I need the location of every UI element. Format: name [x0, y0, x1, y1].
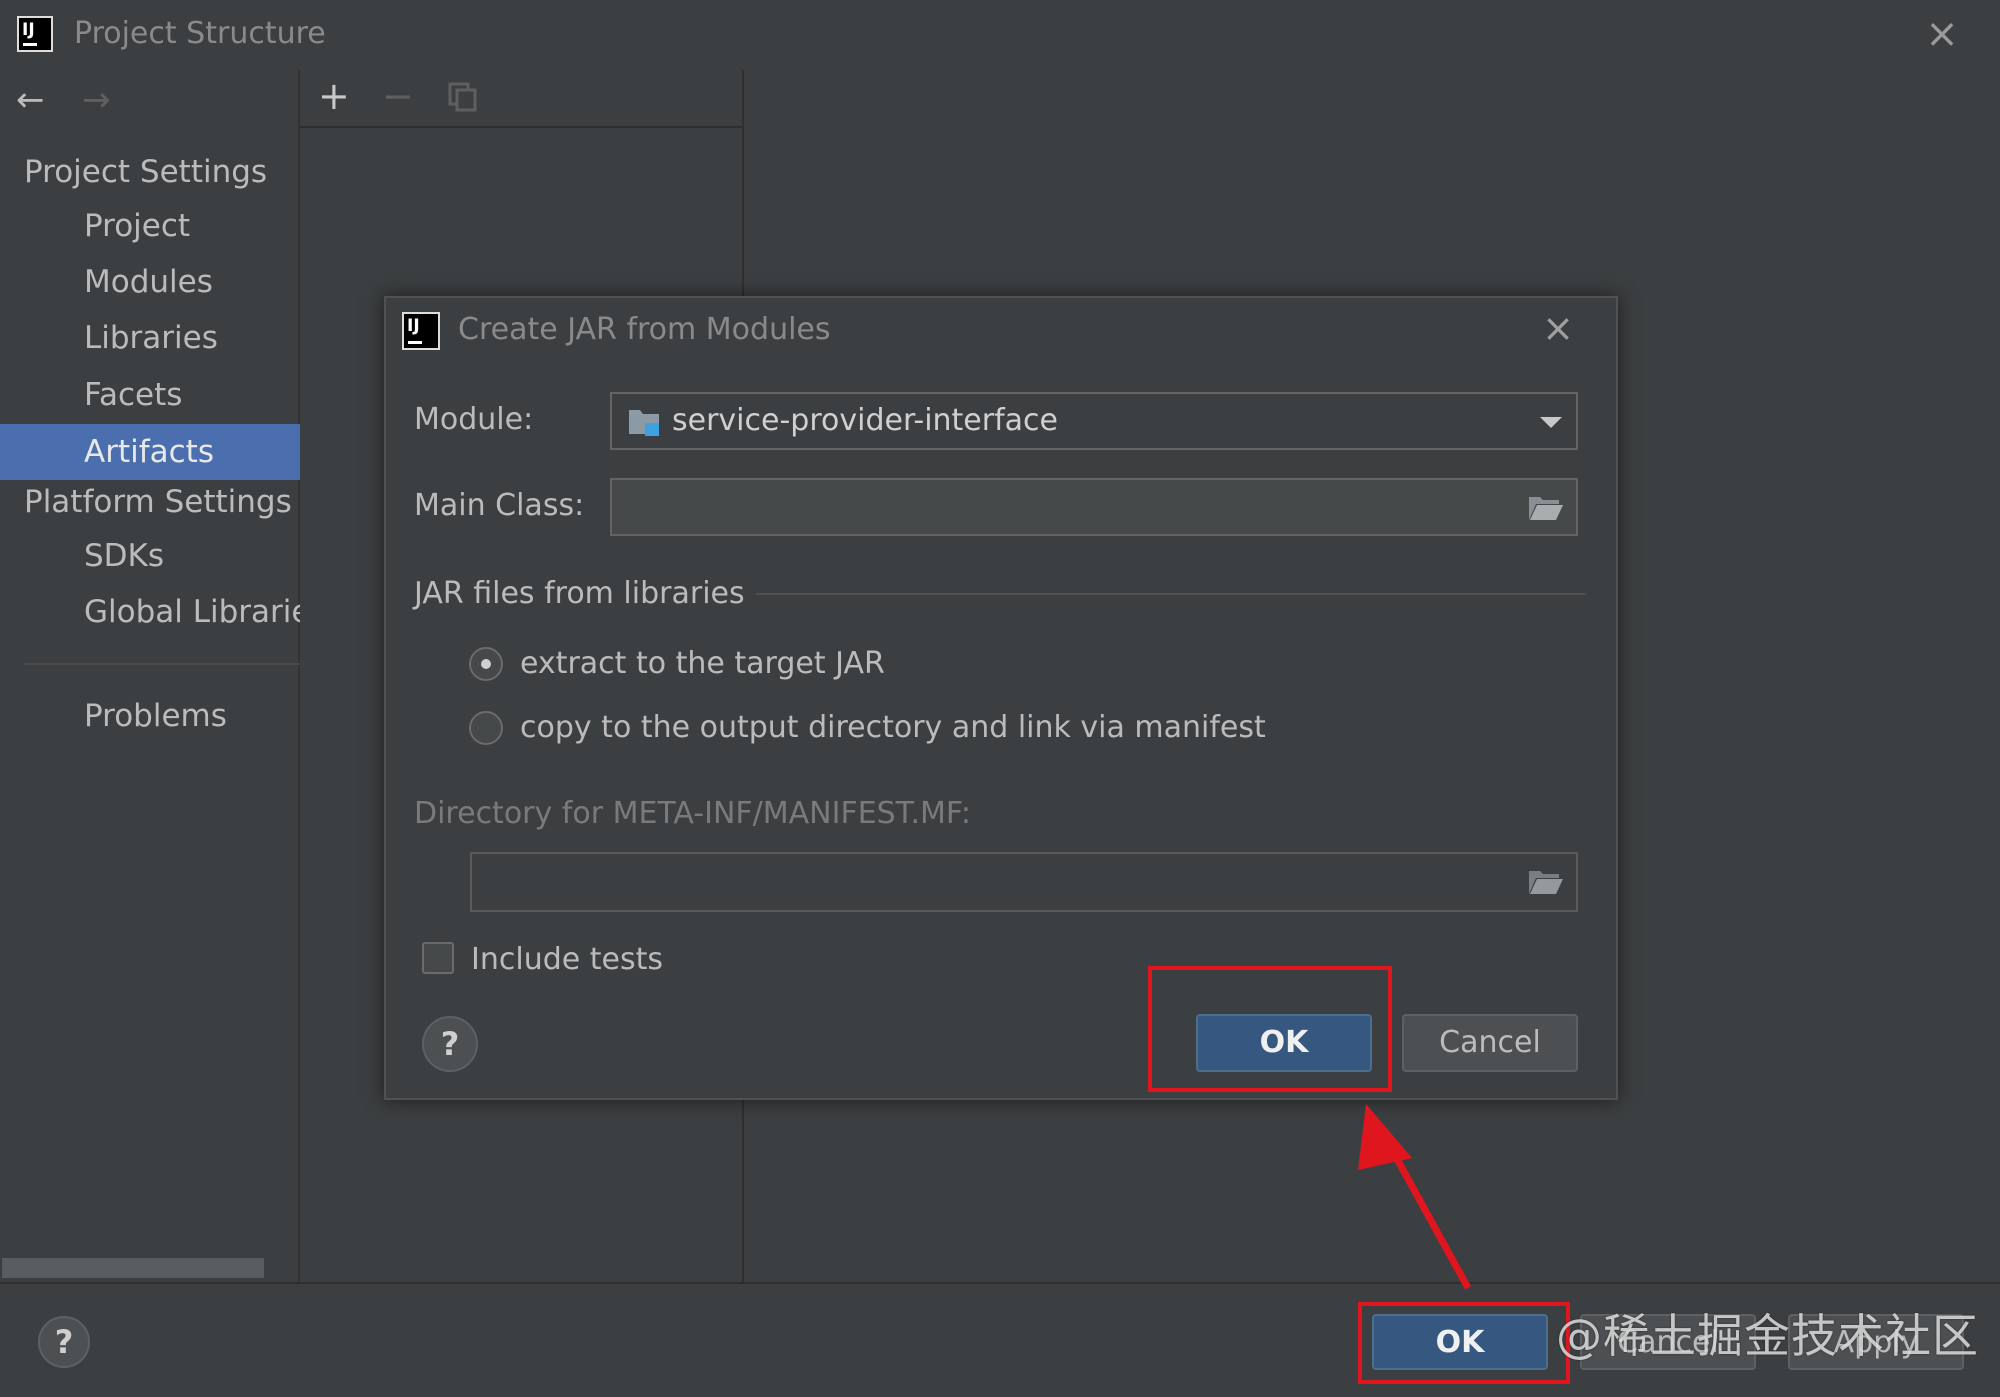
dialog-help-button[interactable]: ? — [422, 1016, 478, 1072]
chevron-down-icon[interactable] — [1540, 417, 1562, 428]
remove-icon: − — [382, 74, 414, 118]
watermark-text: @稀土掘金技术社区 — [1556, 1309, 1979, 1363]
window-title: Project Structure — [74, 16, 326, 51]
jar-files-group-label: JAR files from libraries — [414, 576, 745, 611]
module-folder-icon — [628, 406, 662, 438]
red-arrow-annotation — [1358, 1104, 1472, 1290]
include-tests-label[interactable]: Include tests — [471, 942, 663, 977]
intellij-logo-icon: IJ — [17, 16, 53, 52]
sidebar-item-facets[interactable]: Facets — [0, 367, 300, 423]
sidebar-header-project-settings: Project Settings — [24, 154, 268, 190]
help-button[interactable]: ? — [38, 1316, 90, 1368]
copy-option-label[interactable]: copy to the output directory and link vi… — [520, 710, 1266, 745]
dialog-cancel-button[interactable]: Cancel — [1402, 1014, 1578, 1072]
manifest-dir-input[interactable] — [470, 852, 1578, 912]
module-selected-value: service-provider-interface — [672, 403, 1058, 438]
include-tests-checkbox[interactable] — [422, 942, 454, 974]
add-icon[interactable]: + — [318, 74, 350, 118]
back-arrow-icon[interactable]: ← — [16, 80, 45, 120]
dialog-close-icon[interactable]: × — [1538, 308, 1578, 348]
copy-radio[interactable] — [469, 711, 503, 745]
group-separator — [756, 593, 1586, 595]
sidebar-item-global-libraries[interactable]: Global Libraries — [0, 584, 300, 640]
extract-radio[interactable] — [469, 647, 503, 681]
main-class-label: Main Class: — [414, 488, 585, 523]
extract-option-label[interactable]: extract to the target JAR — [520, 646, 885, 681]
window-close-icon[interactable]: × — [1922, 14, 1962, 54]
manifest-dir-label: Directory for META-INF/MANIFEST.MF: — [414, 796, 971, 831]
copy-icon — [448, 82, 478, 112]
forward-arrow-icon: → — [82, 80, 111, 120]
dialog-intellij-logo-icon: IJ — [402, 312, 440, 350]
sidebar-horizontal-scrollbar[interactable] — [2, 1258, 264, 1278]
main-class-input[interactable] — [610, 478, 1578, 536]
dialog-title: Create JAR from Modules — [458, 312, 831, 347]
sidebar-item-modules[interactable]: Modules — [0, 254, 300, 310]
module-label: Module: — [414, 402, 534, 437]
manifest-browse-folder-icon[interactable] — [1528, 868, 1564, 900]
sidebar-item-artifacts[interactable]: Artifacts — [0, 424, 300, 480]
main-class-browse-folder-icon[interactable] — [1528, 494, 1564, 526]
highlight-box-dialog-ok — [1148, 966, 1392, 1092]
sidebar-header-platform-settings: Platform Settings — [24, 484, 292, 520]
sidebar-item-problems[interactable]: Problems — [0, 688, 300, 744]
sidebar-item-sdks[interactable]: SDKs — [0, 528, 300, 584]
toolbar-separator — [300, 126, 744, 128]
sidebar-item-libraries[interactable]: Libraries — [0, 310, 300, 366]
sidebar-item-project[interactable]: Project — [0, 198, 300, 254]
sidebar-separator — [24, 663, 300, 665]
highlight-box-window-ok — [1358, 1302, 1570, 1384]
